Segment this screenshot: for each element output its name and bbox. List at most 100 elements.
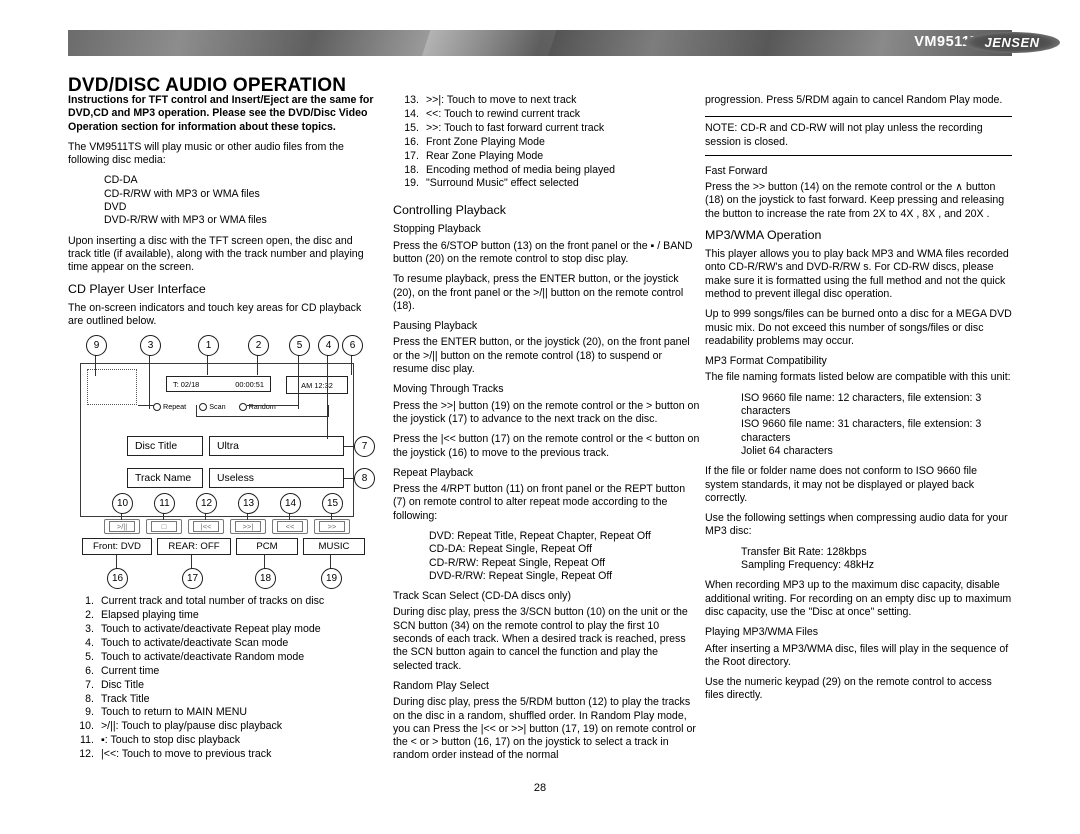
note-box: NOTE: CD-R and CD-RW will not play unles… <box>705 116 1012 156</box>
moving-paragraph-one: Press the >>| button (19) on the remote … <box>393 399 700 425</box>
item-text: |<<: Touch to move to previous track <box>101 748 272 761</box>
item-number: 15. <box>404 121 419 134</box>
fast-forward-paragraph: Press the >> button (14) on the remote c… <box>705 181 1005 220</box>
next-track-key[interactable]: >>| <box>230 519 266 535</box>
disc-title-label: Disc Title <box>127 436 203 457</box>
list-item: 2. Elapsed playing time <box>68 609 375 623</box>
random-indicator-icon <box>238 402 247 411</box>
item-number: 17. <box>404 149 419 162</box>
list-item: Transfer Bit Rate: 128kbps <box>741 545 867 558</box>
elapsed-time: 00:00:51 <box>235 379 264 389</box>
play-pause-key[interactable]: >/|| <box>104 519 140 535</box>
stopping-paragraph-one: Press the 6/STOP button (13) on the fron… <box>393 239 693 265</box>
list-item: 9. Touch to return to MAIN MENU <box>68 706 375 720</box>
list-item: ISO 9660 file name: 12 characters, file … <box>741 391 982 418</box>
random-label: Random <box>248 402 276 412</box>
play-pause-icon: >/|| <box>109 521 135 533</box>
callout-3: 3 <box>140 335 161 357</box>
track-name-row: Track Name Useless <box>127 468 344 489</box>
page-number: 28 <box>533 782 547 794</box>
leader-line <box>191 555 192 570</box>
leader-line <box>264 555 265 570</box>
rear-zone-status: REAR: OFF <box>157 538 231 556</box>
list-item: 17. Rear Zone Playing Mode <box>393 150 700 164</box>
item-text: Touch to activate/deactivate Repeat play… <box>101 622 321 635</box>
leader-line <box>207 354 208 376</box>
item-text: Elapsed playing time <box>101 609 199 622</box>
scan-label: Scan <box>209 402 226 412</box>
fast-forward-key[interactable]: >> <box>314 519 350 535</box>
next-track-icon: >>| <box>235 521 261 533</box>
format-intro-paragraph: The file naming formats listed below are… <box>705 371 1011 384</box>
leader-line <box>196 405 197 418</box>
list-item: Sampling Frequency: 48kHz <box>741 559 875 572</box>
header-banner: VM9511TS <box>68 30 1012 56</box>
list-item: CD-DA <box>104 174 138 187</box>
item-text: >>|: Touch to move to next track <box>426 94 577 106</box>
media-list: CD-DA CD-R/RW with MP3 or WMA files DVD … <box>86 174 375 227</box>
note-text: NOTE: CD-R and CD-RW will not play unles… <box>705 122 983 148</box>
callout-17: 17 <box>182 568 203 590</box>
list-item: 14. <<: Touch to rewind current track <box>393 108 700 122</box>
heading-controlling-playback: Controlling Playback <box>393 203 506 218</box>
fast-forward-icon: >> <box>319 521 345 533</box>
heading-cd-player-user-interface: CD Player User Interface <box>68 281 206 296</box>
leader-line <box>330 555 331 570</box>
list-item: CD-DA: Repeat Single, Repeat Off <box>429 543 592 556</box>
rewind-icon: << <box>277 521 303 533</box>
subheading-playing-mp3-wma-files: Playing MP3/WMA Files <box>705 626 819 639</box>
moving-paragraph-two: Press the |<< button (17) on the remote … <box>393 433 700 459</box>
callout-15: 15 <box>322 493 343 515</box>
play-mode-indicators: Repeat Scan Random <box>153 400 276 413</box>
callout-7: 7 <box>354 436 375 458</box>
leader-line <box>138 405 154 407</box>
transport-key-row: >/|| □ |<< >>| << >> <box>104 519 350 535</box>
list-item: 3. Touch to activate/deactivate Repeat pl… <box>68 623 375 637</box>
track-scan-paragraph: During disc play, press the 3/SCN button… <box>393 606 688 672</box>
list-item: 12. |<<: Touch to move to previous track <box>68 748 375 762</box>
item-text: Touch to activate/deactivate Scan mode <box>101 636 289 649</box>
previous-track-key[interactable]: |<< <box>188 519 224 535</box>
list-item: 4. Touch to activate/deactivate Scan mode <box>68 637 375 651</box>
callout-8: 8 <box>354 468 375 490</box>
list-item: DVD-R/RW with MP3 or WMA files <box>104 214 267 227</box>
heading-mp3-wma-operation: MP3/WMA Operation <box>705 228 822 243</box>
item-text: Touch to activate/deactivate Random mode <box>101 650 305 663</box>
disc-title-row: Disc Title Ultra <box>127 436 344 457</box>
leader-line <box>351 354 352 376</box>
repeat-mode-toggle[interactable]: Repeat <box>153 400 186 413</box>
list-item: 18. Encoding method of media being played <box>393 164 700 178</box>
subheading-random-play-select: Random Play Select <box>393 679 489 692</box>
item-text: Encoding method of media being played <box>426 163 616 176</box>
track-name-label: Track Name <box>127 468 203 489</box>
callout-19: 19 <box>321 568 342 590</box>
item-number: 16. <box>404 135 419 148</box>
callout-4: 4 <box>318 335 339 357</box>
item-number: 14. <box>404 107 419 120</box>
status-bar-row: Front: DVD REAR: OFF PCM MUSIC <box>82 538 365 556</box>
item-text: Rear Zone Playing Mode <box>426 149 544 162</box>
item-number: 2. <box>85 609 94 622</box>
subheading-repeat-playback: Repeat Playback <box>393 466 474 479</box>
list-item: CD-R/RW with MP3 or WMA files <box>104 187 260 200</box>
scan-mode-toggle[interactable]: Scan <box>199 400 226 413</box>
subheading-pausing-playback: Pausing Playback <box>393 320 478 333</box>
repeat-label: Repeat <box>163 402 187 412</box>
rewind-key[interactable]: << <box>272 519 308 535</box>
mp3-paragraph-one: This player allows you to play back MP3 … <box>705 248 1009 300</box>
subheading-track-scan-select: Track Scan Select (CD-DA discs only) <box>393 590 571 603</box>
item-number: 1. <box>85 595 94 608</box>
random-mode-toggle[interactable]: Random <box>238 400 276 413</box>
callout-9: 9 <box>86 335 107 357</box>
clock-display: AM 12:32 <box>286 376 348 395</box>
list-item: DVD <box>104 201 127 214</box>
format-list: ISO 9660 file name: 12 characters, file … <box>723 392 1012 458</box>
callout-14: 14 <box>280 493 301 515</box>
item-text: Current time <box>101 664 160 677</box>
item-text: Current track and total number of tracks… <box>101 595 325 608</box>
list-item: DVD: Repeat Title, Repeat Chapter, Repea… <box>429 529 651 542</box>
item-number: 18. <box>404 163 419 176</box>
random-play-paragraph: During disc play, press the 5/RDM button… <box>393 696 696 762</box>
stop-key[interactable]: □ <box>146 519 182 535</box>
list-item: 16. Front Zone Playing Mode <box>393 136 700 150</box>
